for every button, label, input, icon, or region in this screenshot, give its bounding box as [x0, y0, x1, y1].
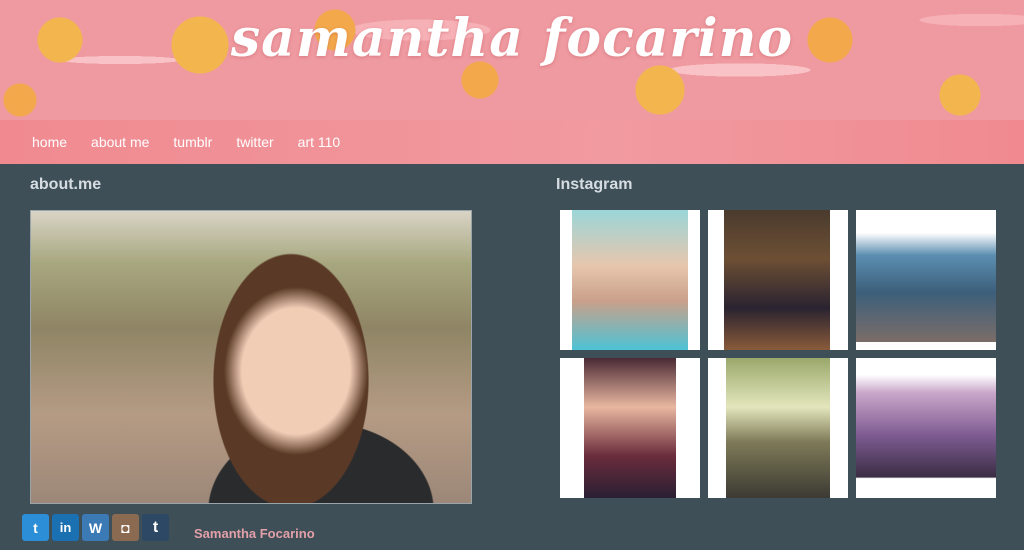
nav-tumblr[interactable]: tumblr	[161, 134, 224, 150]
twitter-icon[interactable]: t	[22, 514, 49, 541]
instagram-grid	[560, 210, 996, 498]
instagram-photo	[724, 210, 830, 350]
linkedin-icon[interactable]: in	[52, 514, 79, 541]
header-banner: samantha focarino	[0, 0, 1024, 120]
footer-name: Samantha Focarino	[194, 526, 315, 541]
instagram-photo	[856, 358, 996, 498]
social-links: t in W ◘ t	[22, 514, 169, 542]
main-nav: home about me tumblr twitter art 110	[0, 120, 1024, 164]
instagram-icon[interactable]: ◘	[112, 514, 139, 541]
profile-photo	[30, 210, 472, 504]
nav-about-me[interactable]: about me	[79, 134, 161, 150]
instagram-photo	[856, 218, 996, 342]
instagram-thumbnail-1[interactable]	[560, 210, 700, 350]
nav-twitter[interactable]: twitter	[224, 134, 285, 150]
instagram-photo	[726, 358, 830, 498]
instagram-thumbnail-3[interactable]	[856, 210, 996, 350]
tumblr-icon[interactable]: t	[142, 514, 169, 541]
instagram-photo	[584, 358, 676, 498]
nav-art-110[interactable]: art 110	[286, 134, 353, 150]
instagram-thumbnail-4[interactable]	[560, 358, 700, 498]
instagram-section-title: Instagram	[556, 176, 633, 193]
nav-home[interactable]: home	[20, 134, 79, 150]
instagram-thumbnail-2[interactable]	[708, 210, 848, 350]
site-title[interactable]: samantha focarino	[0, 8, 1024, 69]
wordpress-icon[interactable]: W	[82, 514, 109, 541]
instagram-thumbnail-5[interactable]	[708, 358, 848, 498]
instagram-photo	[572, 210, 688, 350]
about-section-title: about.me	[30, 176, 102, 193]
instagram-thumbnail-6[interactable]	[856, 358, 996, 498]
